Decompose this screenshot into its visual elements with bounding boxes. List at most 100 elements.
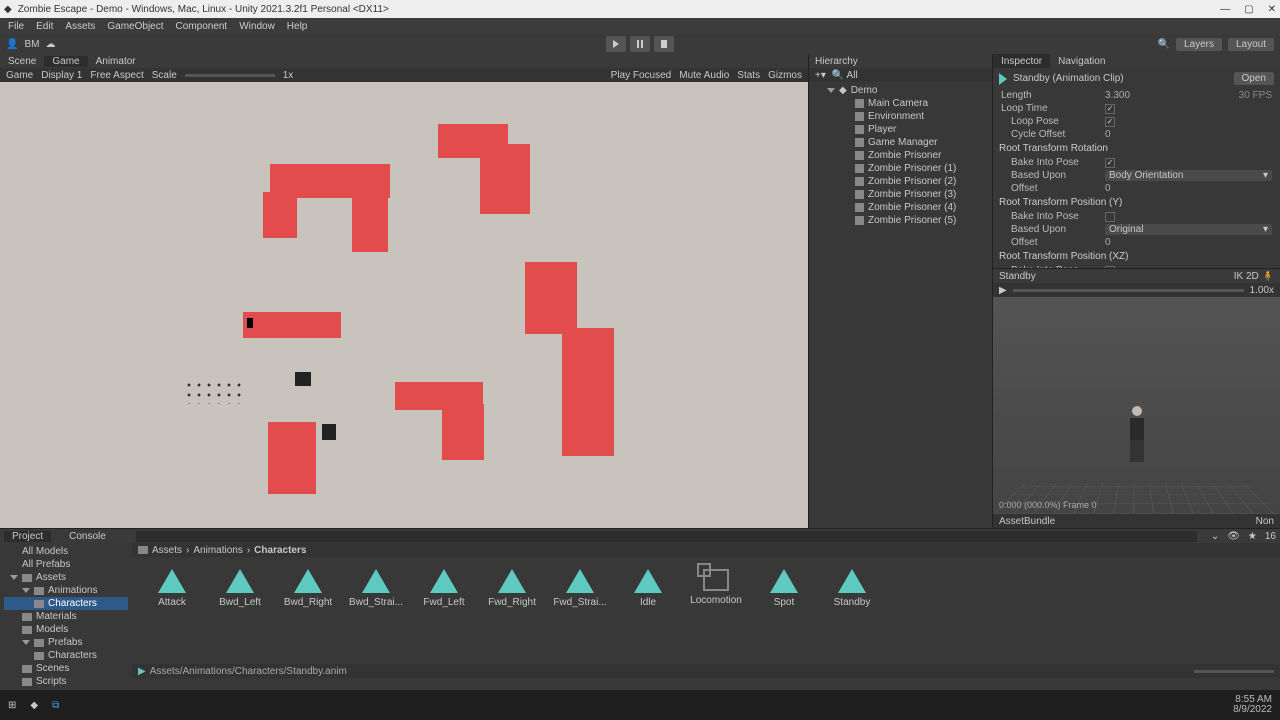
project-breadcrumb[interactable]: Assets› Animations› Characters <box>132 543 1280 557</box>
account-icon[interactable]: 👤 <box>6 39 18 50</box>
tab-project[interactable]: Project <box>4 531 51 542</box>
game-viewport[interactable] <box>0 82 808 528</box>
assetbundle-dropdown[interactable]: Non <box>1256 516 1274 527</box>
tab-inspector[interactable]: Inspector <box>993 54 1050 68</box>
project-assets-grid[interactable]: Attack Bwd_Left Bwd_Right Bwd_Strai... F… <box>132 557 1280 664</box>
step-button[interactable] <box>654 36 674 52</box>
search-icon[interactable]: 🔍 <box>1158 39 1170 50</box>
asset-item[interactable]: Standby <box>830 569 874 652</box>
asset-item[interactable]: Locomotion <box>694 569 738 652</box>
project-star-icon[interactable]: ★ <box>1248 531 1257 542</box>
tree-assets[interactable]: Assets <box>4 571 128 584</box>
project-tree[interactable]: All Models All Prefabs Assets Animations… <box>0 543 132 690</box>
layers-dropdown[interactable]: Layers <box>1176 38 1222 51</box>
tree-item[interactable]: Animations <box>4 584 128 597</box>
tab-console[interactable]: Console <box>61 531 114 542</box>
tab-animator[interactable]: Animator <box>88 56 144 67</box>
asset-item[interactable]: Bwd_Left <box>218 569 262 652</box>
mute-audio-toggle[interactable]: Mute Audio <box>679 70 729 81</box>
tree-item[interactable]: Materials <box>4 610 128 623</box>
gizmos-toggle[interactable]: Gizmos <box>768 70 802 81</box>
tree-item[interactable]: All Models <box>4 545 128 558</box>
hierarchy-item[interactable]: Main Camera <box>813 97 988 110</box>
hierarchy-item[interactable]: Zombie Prisoner <box>813 149 988 162</box>
hierarchy-add-button[interactable]: +▾ <box>815 70 826 81</box>
close-button[interactable]: ✕ <box>1268 4 1276 15</box>
rot-bake-checkbox[interactable]: ✓ <box>1105 158 1115 168</box>
preview-stage[interactable]: 0:000 (000.0%) Frame 0 <box>993 297 1280 514</box>
tab-navigation[interactable]: Navigation <box>1050 54 1113 68</box>
preview-ik-toggle[interactable]: IK <box>1234 271 1243 282</box>
project-filter-icon[interactable]: ⌄ <box>1211 531 1219 542</box>
display-dropdown[interactable]: Display 1 <box>41 70 82 81</box>
hierarchy-item[interactable]: Environment <box>813 110 988 123</box>
scale-slider[interactable] <box>185 74 275 77</box>
project-search[interactable] <box>136 531 1197 542</box>
asset-item[interactable]: Fwd_Strai... <box>558 569 602 652</box>
loop-time-checkbox[interactable]: ✓ <box>1105 104 1115 114</box>
windows-start-icon[interactable]: ⊞ <box>8 700 16 711</box>
hierarchy-search[interactable]: 🔍 All <box>832 70 858 81</box>
game-dropdown[interactable]: Game <box>6 70 33 81</box>
minimize-button[interactable]: — <box>1220 4 1230 15</box>
aspect-dropdown[interactable]: Free Aspect <box>90 70 143 81</box>
cycle-offset-value[interactable]: 0 <box>1105 129 1272 140</box>
layout-dropdown[interactable]: Layout <box>1228 38 1274 51</box>
project-visibility-icon[interactable]: 👁 <box>1227 531 1240 542</box>
posy-offset-value[interactable]: 0 <box>1105 237 1272 248</box>
tree-item[interactable]: Scripts <box>4 675 128 688</box>
cloud-icon[interactable]: ☁ <box>45 39 55 50</box>
tab-game[interactable]: Game <box>44 56 87 67</box>
tree-item[interactable]: Scenes <box>4 662 128 675</box>
preview-frame-label: 0:000 (000.0%) Frame 0 <box>999 500 1097 510</box>
hierarchy-item[interactable]: Zombie Prisoner (2) <box>813 175 988 188</box>
rot-offset-value[interactable]: 0 <box>1105 183 1272 194</box>
tab-scene[interactable]: Scene <box>0 56 44 67</box>
menu-window[interactable]: Window <box>239 21 275 32</box>
preview-avatar-icon[interactable]: 🧍 <box>1262 271 1274 282</box>
hierarchy-item[interactable]: Zombie Prisoner (1) <box>813 162 988 175</box>
asset-item[interactable]: Bwd_Strai... <box>354 569 398 652</box>
vscode-icon[interactable]: ⧉ <box>52 700 59 711</box>
rot-based-dropdown[interactable]: Body Orientation▾ <box>1105 170 1272 181</box>
preview-timeline[interactable] <box>1013 289 1244 292</box>
posy-based-dropdown[interactable]: Original▾ <box>1105 224 1272 235</box>
tree-item[interactable]: All Prefabs <box>4 558 128 571</box>
preview-speed[interactable]: 1.00x <box>1250 285 1274 296</box>
asset-item[interactable]: Bwd_Right <box>286 569 330 652</box>
asset-item[interactable]: Spot <box>762 569 806 652</box>
asset-item[interactable]: Attack <box>150 569 194 652</box>
play-focused-dropdown[interactable]: Play Focused <box>611 70 672 81</box>
hierarchy-item[interactable]: Game Manager <box>813 136 988 149</box>
menu-assets[interactable]: Assets <box>65 21 95 32</box>
hierarchy-item[interactable]: Zombie Prisoner (4) <box>813 201 988 214</box>
menu-file[interactable]: File <box>8 21 24 32</box>
hierarchy-item[interactable]: Player <box>813 123 988 136</box>
grid-size-slider[interactable] <box>1194 670 1274 673</box>
maximize-button[interactable]: ▢ <box>1244 4 1253 15</box>
pause-button[interactable] <box>630 36 650 52</box>
posy-bake-checkbox[interactable] <box>1105 212 1115 222</box>
preview-2d-toggle[interactable]: 2D <box>1246 271 1259 282</box>
hierarchy-tree[interactable]: ◆Demo Main Camera Environment Player Gam… <box>809 82 992 229</box>
asset-item[interactable]: Fwd_Left <box>422 569 466 652</box>
tree-item[interactable]: Prefabs <box>4 636 128 649</box>
menu-help[interactable]: Help <box>287 21 308 32</box>
stats-toggle[interactable]: Stats <box>737 70 760 81</box>
tree-item-selected[interactable]: Characters <box>4 597 128 610</box>
menu-gameobject[interactable]: GameObject <box>107 21 163 32</box>
loop-pose-checkbox[interactable]: ✓ <box>1105 117 1115 127</box>
preview-play-button[interactable]: ▶ <box>999 285 1007 296</box>
play-button[interactable] <box>606 36 626 52</box>
tree-item[interactable]: Models <box>4 623 128 636</box>
asset-item[interactable]: Idle <box>626 569 670 652</box>
asset-item[interactable]: Fwd_Right <box>490 569 534 652</box>
hierarchy-item[interactable]: Zombie Prisoner (3) <box>813 188 988 201</box>
hierarchy-scene[interactable]: ◆Demo <box>813 84 988 97</box>
tree-item[interactable]: Characters <box>4 649 128 662</box>
hierarchy-item[interactable]: Zombie Prisoner (5) <box>813 214 988 227</box>
open-button[interactable]: Open <box>1234 72 1274 85</box>
menu-component[interactable]: Component <box>176 21 228 32</box>
menu-edit[interactable]: Edit <box>36 21 53 32</box>
unity-hub-icon[interactable]: ◆ <box>30 700 38 711</box>
